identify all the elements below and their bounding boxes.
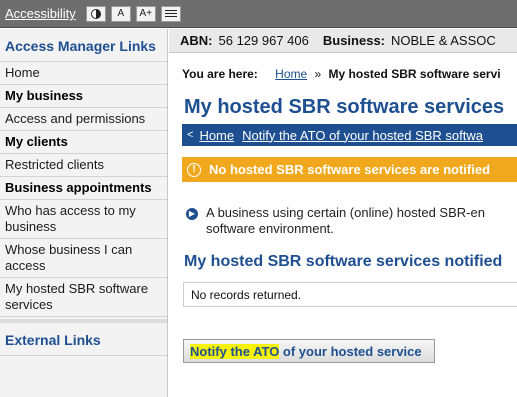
sidebar-item-whose-business[interactable]: Whose business I can access (0, 239, 167, 278)
page-title: My hosted SBR software services (184, 96, 505, 118)
info-line-1: A business using certain (online) hosted… (206, 205, 485, 220)
section-title: My hosted SBR software services notified (184, 253, 503, 270)
accessibility-link[interactable]: Accessibility (5, 6, 76, 21)
nav-notify-link[interactable]: Notify the ATO of your hosted SBR softwa (242, 128, 483, 143)
info-text: A business using certain (online) hosted… (206, 205, 485, 237)
breadcrumb-current: My hosted SBR software servi (328, 67, 501, 81)
abn-value: 56 129 967 406 (218, 33, 309, 48)
records-table: No records returned. (183, 282, 517, 307)
info-message: ▶ A business using certain (online) host… (186, 205, 517, 237)
sidebar-item-my-clients[interactable]: My clients (0, 131, 167, 154)
abn-bar: ABN: 56 129 967 406 Business: NOBLE & AS… (169, 29, 517, 53)
abn-label: ABN: (180, 33, 213, 48)
breadcrumb-separator: » (314, 67, 322, 81)
page-nav-bar: < Home Notify the ATO of your hosted SBR… (182, 124, 517, 146)
sidebar-heading: Access Manager Links (0, 29, 167, 62)
back-arrow-icon: < (187, 129, 194, 141)
sidebar: Access Manager Links Home My business Ac… (0, 29, 168, 397)
contrast-icon (90, 8, 101, 19)
notify-button-rest: of your hosted service (279, 343, 422, 359)
sidebar-item-who-has-access[interactable]: Who has access to my business (0, 200, 167, 239)
notify-button-highlight: Notify the ATO (190, 343, 280, 359)
sidebar-item-business-appointments[interactable]: Business appointments (0, 177, 167, 200)
sidebar-item-my-business[interactable]: My business (0, 85, 167, 108)
warning-text: No hosted SBR software services are noti… (209, 162, 491, 177)
records-empty-text: No records returned. (191, 287, 302, 302)
business-label: Business: (322, 33, 386, 48)
menu-button[interactable] (160, 5, 181, 22)
nav-home-link[interactable]: Home (199, 128, 234, 143)
font-decrease-button[interactable]: A (110, 5, 131, 22)
breadcrumb-home-link[interactable]: Home (275, 67, 307, 81)
accessibility-bar: Accessibility A A+ (0, 0, 517, 28)
sidebar-item-hosted-sbr[interactable]: My hosted SBR software services (0, 278, 167, 317)
warning-banner: ! No hosted SBR software services are no… (182, 157, 517, 182)
breadcrumb-prefix: You are here: (182, 67, 258, 81)
sidebar-external-heading: External Links (0, 319, 167, 356)
font-increase-button[interactable]: A+ (135, 5, 156, 22)
info-line-2: software environment. (206, 221, 334, 236)
contrast-toggle-button[interactable] (85, 5, 106, 22)
info-arrow-icon: ▶ (186, 208, 198, 220)
menu-icon (164, 10, 177, 17)
business-value: NOBLE & ASSOC (391, 33, 496, 48)
sidebar-item-restricted-clients[interactable]: Restricted clients (0, 154, 167, 177)
breadcrumb: You are here: Home » My hosted SBR softw… (182, 67, 501, 81)
notify-ato-button[interactable]: Notify the ATO of your hosted service (183, 339, 435, 363)
warning-icon: ! (187, 162, 201, 177)
sidebar-item-home[interactable]: Home (0, 62, 167, 85)
sidebar-item-access-permissions[interactable]: Access and permissions (0, 108, 167, 131)
